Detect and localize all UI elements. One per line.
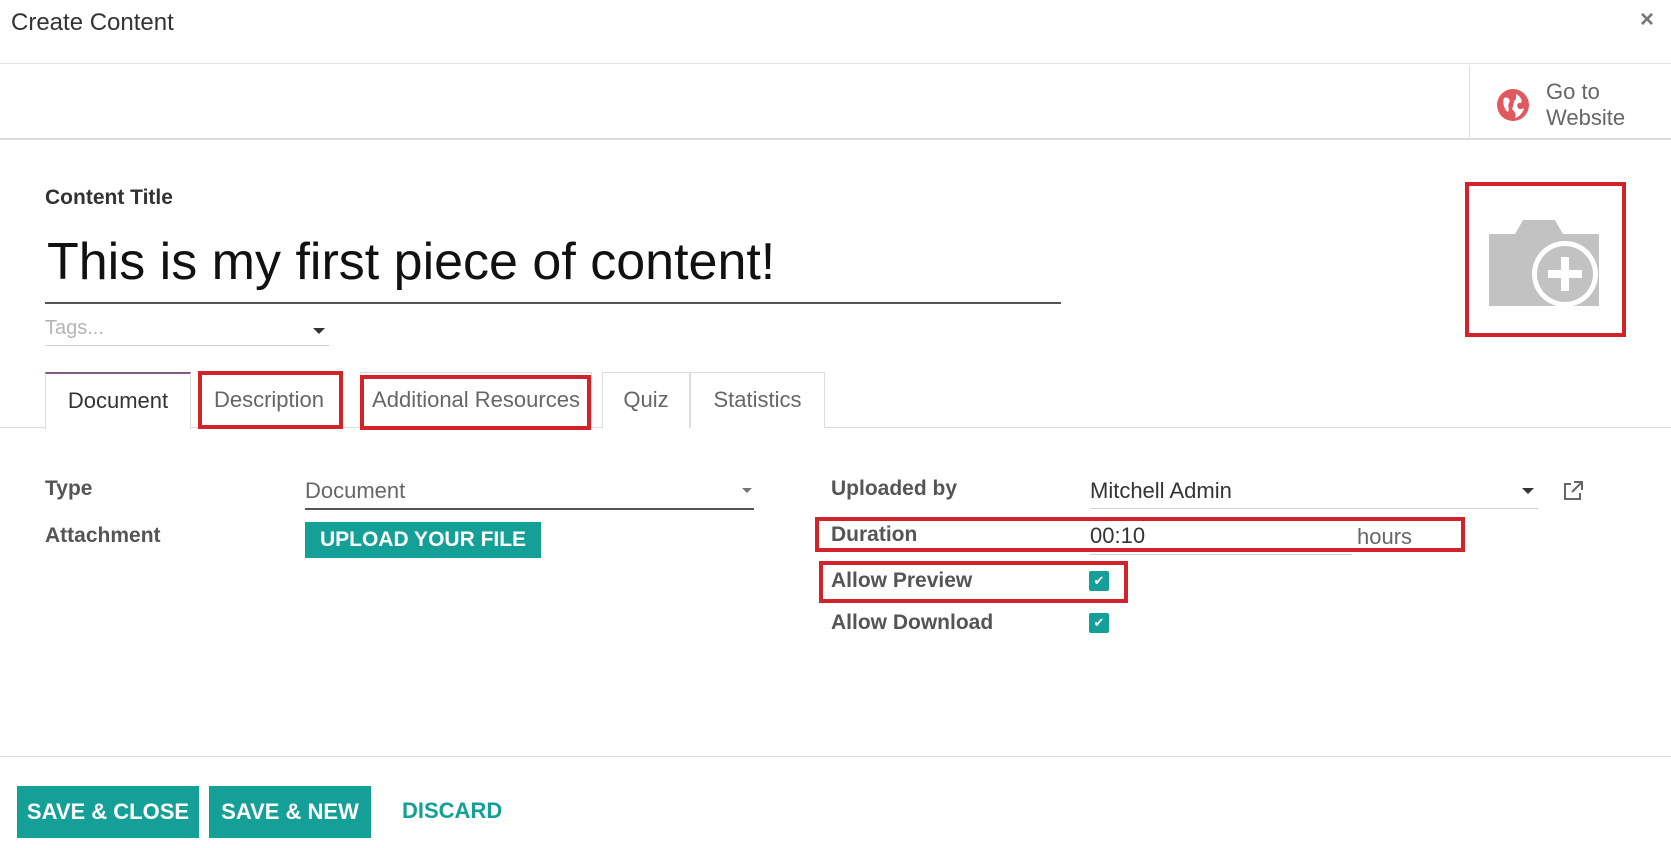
- go-to-website-button[interactable]: Go to Website: [1469, 65, 1671, 140]
- tab-description[interactable]: Description: [198, 372, 340, 428]
- content-title-input[interactable]: [45, 222, 1061, 304]
- go-to-website-label: Go to Website: [1546, 79, 1626, 130]
- attachment-label: Attachment: [45, 524, 161, 547]
- camera-plus-icon: [1489, 220, 1599, 307]
- duration-input[interactable]: [1090, 520, 1350, 552]
- chevron-down-icon: [1522, 488, 1534, 494]
- allow-download-label: Allow Download: [831, 611, 994, 634]
- type-select[interactable]: Document: [305, 474, 754, 511]
- type-underline: [305, 508, 754, 510]
- discard-button[interactable]: DISCARD: [402, 798, 502, 824]
- allow-preview-label: Allow Preview: [831, 569, 973, 592]
- allow-preview-checkbox[interactable]: ✔: [1089, 571, 1109, 591]
- save-new-button[interactable]: SAVE & NEW: [209, 786, 371, 838]
- type-value: Document: [305, 478, 406, 503]
- modal-header: Create Content ×: [0, 0, 1671, 64]
- external-link-icon[interactable]: [1562, 480, 1584, 502]
- duration-underline: [1090, 554, 1352, 555]
- duration-label: Duration: [831, 523, 918, 546]
- upload-file-button[interactable]: UPLOAD YOUR FILE: [305, 522, 541, 558]
- uploaded-by-value: Mitchell Admin: [1090, 478, 1232, 503]
- tags-placeholder: Tags...: [45, 317, 104, 339]
- globe-icon: [1497, 89, 1529, 121]
- tab-statistics[interactable]: Statistics: [690, 372, 825, 428]
- tags-field[interactable]: Tags...: [45, 314, 329, 346]
- chevron-down-icon: [742, 488, 752, 493]
- tab-document[interactable]: Document: [45, 372, 191, 429]
- tab-quiz[interactable]: Quiz: [602, 372, 690, 428]
- tab-additional-resources[interactable]: Additional Resources: [360, 372, 592, 428]
- close-button[interactable]: ×: [1640, 6, 1654, 34]
- duration-unit: hours: [1357, 524, 1413, 549]
- chevron-down-icon: [313, 328, 325, 334]
- allow-download-checkbox[interactable]: ✔: [1089, 613, 1109, 633]
- image-upload-box[interactable]: [1465, 182, 1626, 337]
- content-title-label: Content Title: [45, 186, 173, 209]
- button-box: Go to Website: [0, 65, 1671, 140]
- modal-footer-divider: [0, 756, 1671, 757]
- uploaded-by-underline: [1090, 508, 1538, 509]
- uploaded-by-label: Uploaded by: [831, 477, 958, 500]
- type-label: Type: [45, 477, 93, 500]
- modal-title: Create Content: [11, 9, 174, 36]
- save-close-button[interactable]: SAVE & CLOSE: [17, 786, 199, 838]
- uploaded-by-select[interactable]: Mitchell Admin: [1090, 474, 1538, 510]
